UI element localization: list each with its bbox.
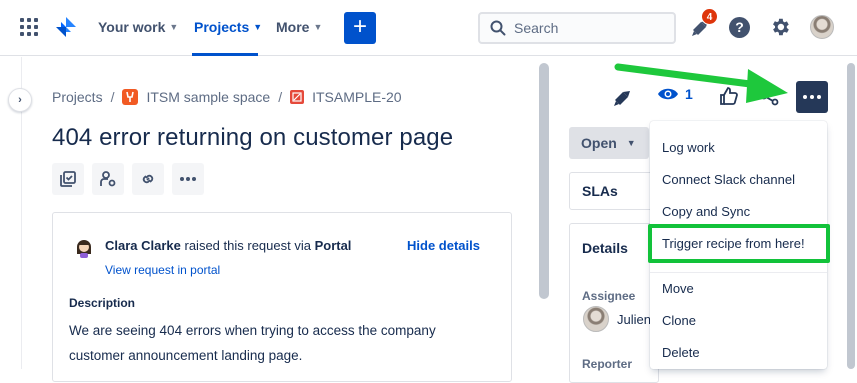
breadcrumb-space[interactable]: ITSM sample space (146, 89, 270, 105)
issue-title[interactable]: 404 error returning on customer page (52, 124, 453, 152)
requester-line: Clara Clarke raised this request via Por… (105, 238, 351, 253)
link-issue-button[interactable] (132, 163, 164, 195)
status-label: Open (581, 135, 617, 151)
assignee-label: Assignee (582, 289, 636, 303)
highlight-box (648, 224, 830, 263)
assignee-name[interactable]: Julien (617, 312, 651, 327)
nav-projects-label: Projects (194, 19, 250, 35)
chevron-down-icon: ▼ (626, 138, 636, 148)
request-channel: Portal (314, 238, 352, 253)
slas-panel[interactable]: SLAs (569, 172, 659, 210)
assign-button[interactable] (92, 163, 124, 195)
more-actions-button[interactable] (172, 163, 204, 195)
user-avatar[interactable] (810, 15, 834, 39)
incident-icon (290, 90, 305, 104)
breadcrumb: Projects / ITSM sample space / ITSAMPLE-… (52, 89, 402, 105)
settings-button[interactable] (769, 16, 791, 43)
requester-name[interactable]: Clara Clarke (105, 238, 181, 253)
menu-item-log-work[interactable]: Log work (662, 140, 715, 155)
side-scrollbar[interactable] (845, 57, 857, 369)
search-icon (490, 20, 506, 36)
requester-avatar (73, 236, 95, 258)
chevron-down-icon: ▼ (169, 22, 179, 32)
menu-item-connect-slack[interactable]: Connect Slack channel (662, 172, 795, 187)
assignee-avatar (583, 306, 609, 332)
details-label[interactable]: Details (582, 240, 628, 256)
user-cog-icon (100, 171, 116, 187)
app-switcher-icon[interactable] (20, 18, 38, 36)
nav-your-work-label: Your work (98, 19, 166, 35)
menu-item-delete[interactable]: Delete (662, 345, 700, 360)
gear-icon (773, 18, 789, 36)
nav-projects[interactable]: Projects ▼ (194, 19, 262, 35)
nav-your-work[interactable]: Your work ▼ (98, 19, 178, 35)
nav-more-label: More (276, 19, 310, 35)
ellipsis-icon (180, 177, 196, 181)
link-icon (142, 174, 154, 184)
menu-item-copy-sync[interactable]: Copy and Sync (662, 204, 750, 219)
description-text[interactable]: We are seeing 404 errors when trying to … (69, 318, 489, 368)
project-icon (122, 89, 139, 105)
chevron-down-icon: ▼ (313, 22, 323, 32)
menu-item-clone[interactable]: Clone (662, 313, 696, 328)
description-label: Description (69, 296, 136, 310)
nav-more[interactable]: More ▼ (276, 19, 322, 35)
create-button[interactable]: + (344, 12, 376, 44)
jira-logo[interactable] (54, 15, 78, 44)
status-dropdown[interactable]: Open ▼ (569, 127, 649, 159)
add-child-issue-button[interactable] (52, 163, 84, 195)
search-box[interactable] (478, 12, 676, 44)
breadcrumb-separator: / (110, 89, 115, 105)
search-input[interactable] (514, 20, 664, 36)
checkbox-stack-icon (60, 171, 76, 187)
annotation-arrow-icon (614, 63, 788, 103)
breadcrumb-issue-key[interactable]: ITSAMPLE-20 (312, 89, 401, 105)
notification-count-badge: 4 (701, 8, 718, 25)
hide-details-button[interactable]: Hide details (407, 238, 480, 253)
chevron-down-icon: ▼ (253, 22, 263, 32)
breadcrumb-separator: / (278, 89, 283, 105)
help-icon[interactable]: ? (729, 17, 750, 38)
slas-label: SLAs (582, 183, 618, 199)
main-scrollbar[interactable] (538, 57, 552, 369)
active-tab-indicator (192, 53, 258, 56)
breadcrumb-projects[interactable]: Projects (52, 89, 103, 105)
menu-item-move[interactable]: Move (662, 281, 694, 296)
expand-sidebar-button[interactable]: › (8, 88, 32, 112)
view-in-portal-link[interactable]: View request in portal (105, 263, 220, 277)
menu-divider (650, 272, 827, 273)
more-options-button[interactable] (796, 81, 828, 113)
top-navigation: Your work ▼ Projects ▼ More ▼ + 4 ? (0, 0, 857, 56)
raised-text: raised this request via (180, 238, 315, 253)
